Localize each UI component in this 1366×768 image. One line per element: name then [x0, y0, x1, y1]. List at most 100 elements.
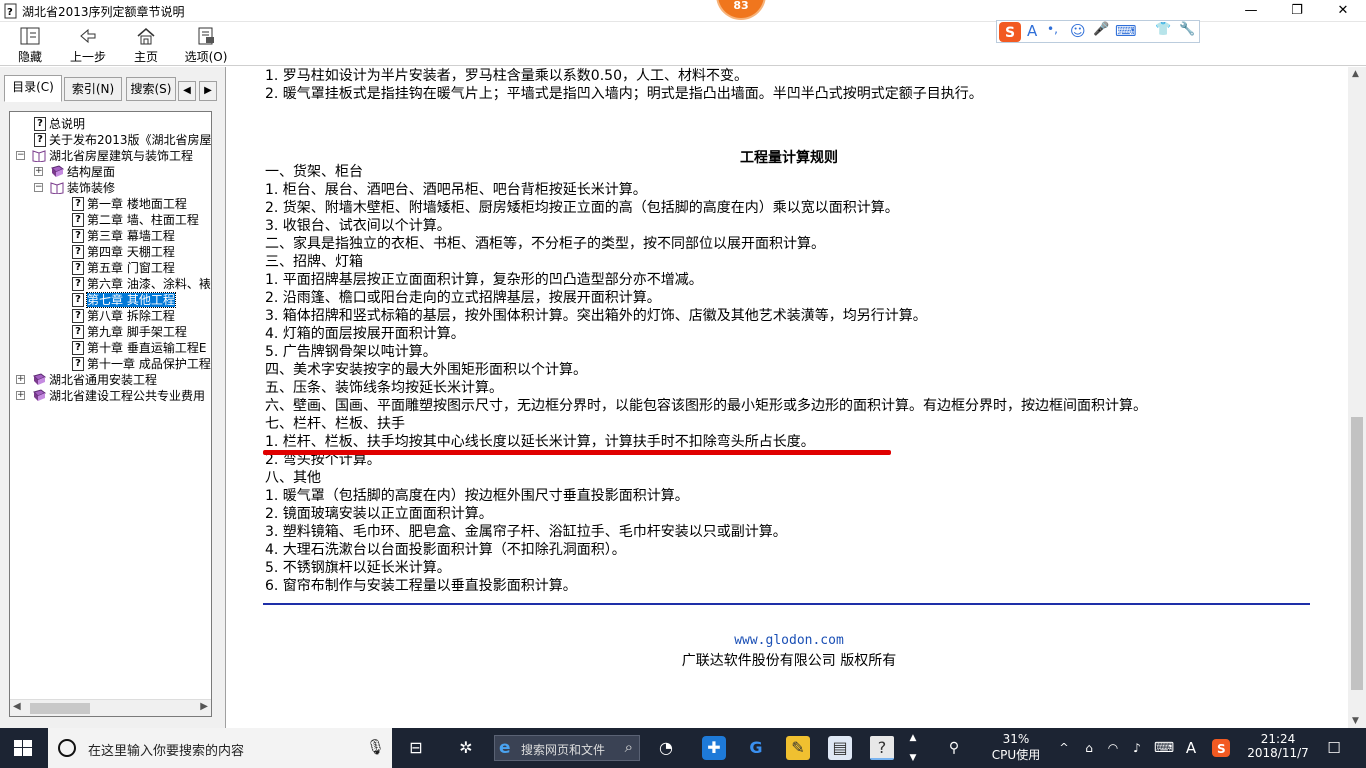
tab-search[interactable]: 搜索(S) [126, 77, 176, 101]
taskbar-scroll-icon[interactable]: ▲ ▼ [904, 728, 922, 768]
home-icon [137, 28, 155, 45]
tree-item[interactable]: + 湖北省通用安装工程 [16, 372, 157, 388]
app-plus-icon[interactable]: ✚ [702, 736, 726, 760]
tab-scroll-left-icon[interactable]: ◀ [178, 81, 196, 101]
expand-icon[interactable]: + [34, 167, 43, 176]
navigation-pane: 目录(C) 索引(N) 搜索(S) ◀ ▶ ? 总说明? 关于发布2013版《湖北省… [0, 67, 226, 728]
volume-icon[interactable]: ♪ [1128, 728, 1146, 768]
close-button[interactable]: ✕ [1320, 0, 1366, 22]
clock-time: 21:24 [1260, 732, 1296, 746]
tree-item[interactable]: ? 第六章 油漆、涂料、裱 [72, 276, 211, 292]
content-line: 八、其他 [265, 470, 321, 486]
svg-text:?: ? [7, 7, 13, 18]
scroll-up-icon[interactable]: ▲ [1352, 69, 1359, 79]
taskbar-search[interactable]: 在这里输入你要搜索的内容 🎙 [48, 728, 392, 768]
scroll-left-icon[interactable]: ◀ [13, 701, 21, 712]
microphone-icon[interactable]: 🎙 [366, 738, 385, 756]
wifi-icon[interactable]: ◠ [1104, 728, 1122, 768]
back-button[interactable]: 上一步 [60, 24, 116, 64]
options-button[interactable]: 选项(O) [178, 24, 234, 64]
tree-item[interactable]: ? 第十一章 成品保护工程 [72, 356, 211, 372]
tree-item[interactable]: ? 第八章 拆除工程 [72, 308, 175, 324]
sogou-logo-icon[interactable]: S [999, 22, 1021, 42]
scroll-thumb[interactable] [30, 703, 90, 714]
tree-item[interactable]: ? 第七章 其他工程 [72, 292, 176, 308]
notes-app-icon[interactable]: ✎ [786, 736, 810, 760]
help-topic-icon: ? [72, 357, 84, 371]
tree-item-label: 第一章 楼地面工程 [87, 197, 187, 211]
tree-item[interactable]: ? 第一章 楼地面工程 [72, 196, 187, 212]
people-icon[interactable]: ⚲ [944, 728, 964, 768]
files-app-icon[interactable]: ▤ [828, 736, 852, 760]
expand-icon[interactable]: + [16, 375, 25, 384]
glodon-app-icon[interactable]: G [744, 736, 768, 760]
ime-lang-icon[interactable]: A [1027, 22, 1037, 40]
ime-keyboard-icon[interactable]: ⌨ [1115, 22, 1137, 40]
content-vertical-scrollbar[interactable]: ▲ ▼ [1348, 67, 1366, 728]
windows-start-icon[interactable] [14, 740, 32, 756]
pinwheel-app-icon[interactable]: ✲ [454, 736, 478, 760]
ime-emoji-icon[interactable]: ☺ [1070, 22, 1086, 40]
section-heading: 工程量计算规则 [740, 150, 838, 166]
hide-button[interactable]: 隐藏 [2, 24, 58, 64]
ime-punct-icon[interactable]: •, [1047, 22, 1058, 36]
hide-pane-icon [20, 27, 40, 45]
tree-item[interactable]: ? 第三章 幕墙工程 [72, 228, 175, 244]
show-hidden-icons-icon[interactable]: ^ [1056, 728, 1072, 768]
tab-scroll-right-icon[interactable]: ▶ [199, 81, 217, 101]
browser-app-icon[interactable]: ◔ [654, 736, 678, 760]
help-topic-icon: ? [34, 117, 46, 131]
help-topic-icon: ? [34, 133, 46, 147]
ime-tools-icon[interactable]: 🔧 [1179, 22, 1195, 37]
expand-icon[interactable]: + [16, 391, 25, 400]
book-icon [51, 165, 64, 177]
ime-indicator[interactable]: A [1182, 728, 1200, 768]
tree-item[interactable]: + 湖北省建设工程公共专业费用 [16, 388, 205, 404]
tab-index[interactable]: 索引(N) [64, 77, 122, 101]
tree-item[interactable]: ? 第五章 门窗工程 [72, 260, 175, 276]
floating-badge[interactable]: 83 [718, 0, 764, 18]
web-search-box[interactable]: e 搜索网页和文件 ⌕ [494, 735, 640, 761]
tree-item[interactable]: ? 第四章 天棚工程 [72, 244, 175, 260]
help-app-icon[interactable]: ? [870, 736, 894, 760]
clock[interactable]: 21:24 2018/11/7 [1240, 728, 1316, 768]
tree-item[interactable]: − 装饰装修 [34, 180, 115, 196]
sogou-tray-icon[interactable]: S [1210, 728, 1232, 768]
help-topic-icon: ? [72, 325, 84, 339]
maximize-button[interactable]: ❐ [1274, 0, 1320, 22]
tree-item[interactable]: ? 第十章 垂直运输工程E [72, 340, 206, 356]
cpu-percent: 31% [1002, 732, 1030, 746]
back-label: 上一步 [69, 50, 106, 64]
tree-item[interactable]: ? 关于发布2013版《湖北省房屋 [34, 132, 211, 148]
content-line: 4. 大理石洗漱台以台面投影面积计算（不扣除孔洞面积）。 [265, 542, 626, 558]
minimize-button[interactable]: — [1228, 0, 1274, 22]
content-line: 六、壁画、国画、平面雕塑按图示尺寸，无边框分界时，以能包容该图形的最小矩形或多边… [265, 398, 1147, 414]
tree-item[interactable]: ? 第九章 脚手架工程 [72, 324, 187, 340]
website-link[interactable]: www.glodon.com [230, 633, 1348, 648]
book-icon [33, 389, 46, 401]
back-arrow-icon [80, 28, 96, 44]
network-icon[interactable]: ⌂ [1080, 728, 1098, 768]
tree-item[interactable]: ? 第二章 墙、柱面工程 [72, 212, 199, 228]
tree-item[interactable]: − 湖北省房屋建筑与装饰工程 [16, 148, 193, 164]
ime-skin-icon[interactable]: 👕 [1155, 22, 1171, 37]
notification-icon[interactable]: ☐ [1322, 728, 1346, 768]
home-label: 主页 [133, 50, 158, 64]
scroll-thumb[interactable] [1351, 417, 1363, 690]
tree-item-label: 第七章 其他工程 [86, 292, 176, 308]
tree-item[interactable]: + 结构屋面 [34, 164, 115, 180]
task-view-icon[interactable]: ⊟ [404, 736, 428, 760]
ime-voice-icon[interactable]: 🎤 [1093, 22, 1109, 37]
keyboard-icon[interactable]: ⌨ [1152, 728, 1176, 768]
tree-horizontal-scrollbar[interactable]: ◀ ▶ [10, 699, 211, 716]
collapse-icon[interactable]: − [34, 183, 43, 192]
scroll-down-icon[interactable]: ▼ [1352, 716, 1359, 726]
contents-tree[interactable]: ? 总说明? 关于发布2013版《湖北省房屋 − 湖北省房屋建筑与装饰工程 + 结构屋面 − 装… [9, 111, 212, 717]
tab-contents[interactable]: 目录(C) [4, 75, 62, 102]
tree-item[interactable]: ? 总说明 [34, 116, 85, 132]
cpu-usage[interactable]: 31% CPU使用 [984, 728, 1048, 768]
scroll-right-icon[interactable]: ▶ [200, 701, 208, 712]
collapse-icon[interactable]: − [16, 151, 25, 160]
help-topic-icon: ? [72, 245, 84, 259]
home-button[interactable]: 主页 [118, 24, 174, 64]
